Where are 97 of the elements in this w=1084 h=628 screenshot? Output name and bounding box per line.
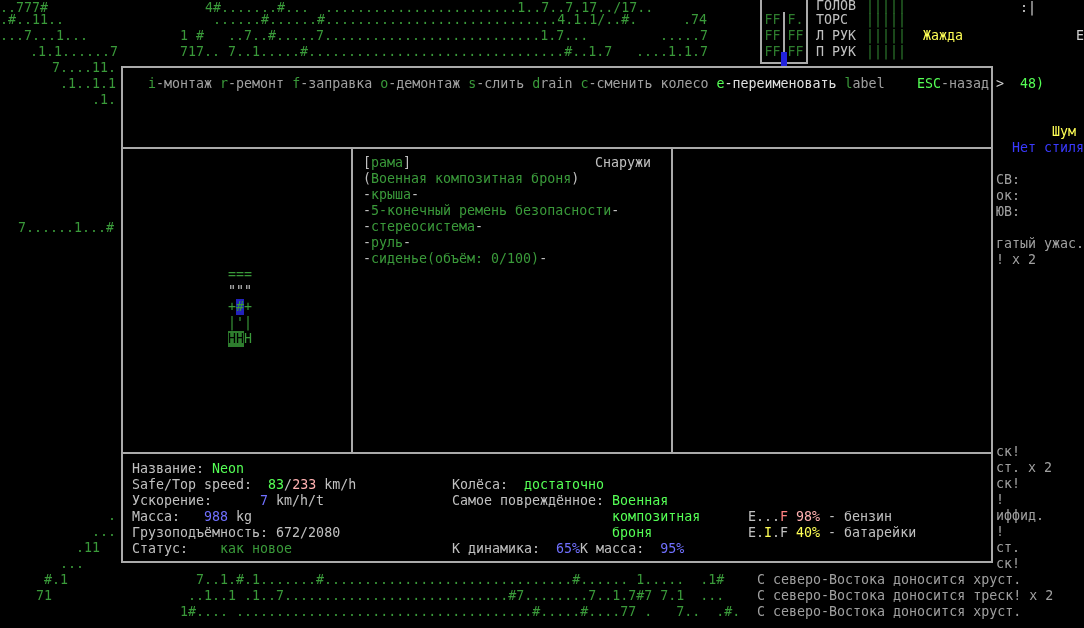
- status-text: ок:: [996, 188, 1021, 204]
- status-text: 48): [1020, 76, 1045, 92]
- map-tiles: .1.1......7: [30, 44, 119, 60]
- fuel-gauge: E...F: [748, 509, 789, 525]
- stat-label: Ускорение:: [132, 493, 213, 509]
- body-part-label: Л РУК: [816, 28, 858, 44]
- location-label: Снаружи: [594, 155, 651, 171]
- body-part-label: ТОРС: [816, 12, 850, 28]
- map-tiles: 7..1.#.1.......#...............................#...... 1..... .1#: [196, 572, 725, 588]
- part-item[interactable]: -крыша-: [363, 187, 420, 202]
- map-tiles: .....7: [660, 28, 709, 44]
- map-tiles: .1.: [92, 92, 117, 108]
- menu-action[interactable]: i-монтаж: [148, 76, 213, 92]
- stat-label: Статус:: [132, 541, 189, 557]
- map-tiles: 1#.... .....................................#.....#....77 . 7.. .#.: [180, 604, 741, 620]
- message-log-line: С северо-Востока доносится хруст.: [757, 604, 1023, 620]
- status-text: ст.: [996, 540, 1021, 556]
- status-text: ЮВ:: [996, 204, 1021, 220]
- map-tiles: ....1.1.7: [636, 44, 709, 60]
- map-tiles: .#..11..: [0, 12, 65, 28]
- stat-value: 65%: [556, 541, 581, 557]
- status-text: ст. x 2: [996, 460, 1053, 476]
- stat-value: Военная композитная броня: [612, 493, 702, 541]
- map-tiles: 1 #: [180, 28, 205, 44]
- menu-action[interactable]: e-переименовать: [716, 76, 837, 92]
- status-text: :|: [1020, 0, 1036, 16]
- part-item[interactable]: -руль-: [363, 235, 412, 250]
- stat-label: Самое повреждённое:: [452, 493, 605, 509]
- limb-grid: FF F. FF FF FF FF: [760, 0, 808, 64]
- status-text: !: [996, 524, 1004, 540]
- menu-action[interactable]: label: [844, 76, 885, 92]
- status-text: ск!: [996, 476, 1021, 492]
- menu-action[interactable]: o-демонтаж: [380, 76, 461, 92]
- map-tiles: ...7...1...: [0, 28, 89, 44]
- status-text: иффид.: [996, 508, 1045, 524]
- map-tiles: 71: [36, 588, 52, 604]
- stat-label: Масса:: [132, 509, 181, 525]
- stat-label: Грузоподъёмность:: [132, 525, 269, 541]
- stat-value: Neon: [212, 461, 245, 477]
- menu-action[interactable]: r-ремонт: [220, 76, 285, 92]
- fuel-percent: 40%: [796, 525, 821, 541]
- map-tiles: 717.. 7..1.....#................................#..1.7: [180, 44, 613, 60]
- map-tiles: .11: [76, 540, 101, 556]
- fuel-percent: 98%: [796, 509, 821, 525]
- message-log-line: С северо-Востока доносится треск! x 2: [757, 588, 1054, 604]
- menu-action[interactable]: f-заправка: [292, 76, 373, 92]
- tile-title: [рама]: [363, 155, 412, 171]
- body-part-label: ГОЛОВ: [816, 0, 858, 12]
- map-tiles: 7....11.: [52, 60, 117, 76]
- status-text: !: [996, 492, 1004, 508]
- menu-action[interactable]: c-сменить колесо: [580, 76, 709, 92]
- fuel-gauge: E.I.F: [748, 525, 789, 541]
- map-tiles: 7......1...#: [18, 220, 115, 236]
- fuel-label: - батарейки: [828, 525, 917, 541]
- map-tiles: ..1..1 .1..7............................#7........7..1.7#7 7.1 ...: [188, 588, 725, 604]
- stat-label: Название:: [132, 461, 205, 477]
- message-log-line: С северо-Востока доносится хруст.: [757, 572, 1023, 588]
- stat-value: 83/233 km/h: [268, 477, 357, 493]
- menu-action[interactable]: d rain: [532, 76, 573, 92]
- menu-action[interactable]: s-слить: [468, 76, 525, 92]
- map-tiles: ..7..#.....7...........................1.7...: [228, 28, 589, 44]
- back-action[interactable]: ESC-назад: [916, 76, 989, 92]
- stat-label: Колёса:: [452, 477, 509, 493]
- stat-value: 672/2080: [276, 525, 341, 541]
- map-tiles: #.1: [44, 572, 69, 588]
- health-tick-text: |||||: [866, 44, 907, 60]
- map-tiles: .1..1.1: [60, 76, 117, 92]
- stat-label: К динамика:: [452, 541, 541, 557]
- part-item[interactable]: -сиденье(объём: 0/100)-: [363, 251, 548, 266]
- stat-value: 7 km/h/t: [260, 493, 325, 509]
- status-text: гатый ужас.: [996, 236, 1084, 252]
- map-tiles: .74: [683, 12, 708, 28]
- part-item[interactable]: -стереосистема-: [363, 219, 484, 234]
- status-text: Нет стиля: [1012, 140, 1084, 156]
- fuel-label: - бензин: [828, 509, 893, 525]
- stat-value: 95%: [660, 541, 685, 557]
- map-tiles: ...: [60, 556, 85, 572]
- status-text: E: [1076, 28, 1084, 44]
- status-text: ! x 2: [996, 252, 1037, 268]
- body-part-label: П РУК: [816, 44, 858, 60]
- stat-label: К масса:: [580, 541, 645, 557]
- map-tiles: ...: [92, 524, 117, 540]
- status-text: Жажда: [923, 28, 964, 44]
- status-text: ск!: [996, 444, 1021, 460]
- status-text: Шум: [1052, 124, 1077, 140]
- status-text: ск!: [996, 556, 1021, 572]
- status-text: >: [996, 76, 1004, 92]
- part-item[interactable]: (Военная композитная броня): [363, 171, 580, 186]
- status-text: СВ:: [996, 172, 1021, 188]
- stat-value: 988 kg: [204, 509, 253, 525]
- map-tiles: .: [108, 508, 116, 524]
- health-tick-text: |||||: [866, 28, 907, 44]
- stat-value: достаточно: [524, 477, 605, 493]
- part-item[interactable]: -5-конечный ремень безопасности-: [363, 203, 620, 218]
- stat-label: Safe/Top speed:: [132, 477, 253, 493]
- stat-value: как новое: [220, 541, 293, 557]
- map-tiles: ......#......#.............................4.1.1/..#.: [213, 12, 638, 28]
